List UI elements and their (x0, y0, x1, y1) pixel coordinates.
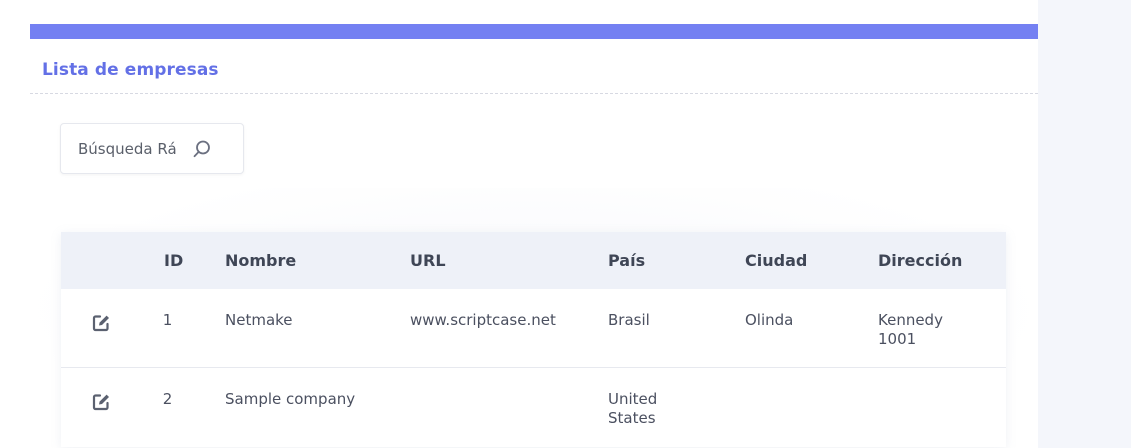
table-row: 2 Sample company United States (61, 367, 1006, 447)
cell-nombre: Netmake (225, 311, 293, 329)
company-list-panel: Lista de empresas Búsqueda Rá ID Nombre … (30, 0, 1038, 448)
column-header-ciudad[interactable]: Ciudad (723, 232, 856, 289)
column-header-actions (61, 232, 140, 289)
edit-cell (61, 289, 140, 367)
company-table: ID Nombre URL País Ciudad Dirección 1 Ne… (61, 232, 1006, 447)
cell-url (388, 367, 586, 447)
cell-direccion (856, 367, 1006, 447)
cell-pais: United States (608, 389, 658, 427)
column-header-id[interactable]: ID (140, 232, 203, 289)
cell-id: 2 (162, 389, 173, 408)
edit-icon[interactable] (91, 313, 111, 333)
cell-direccion: Kennedy 1001 (878, 311, 943, 348)
cell-pais: Brasil (608, 311, 650, 329)
column-header-direccion[interactable]: Dirección (856, 232, 1006, 289)
page-title: Lista de empresas (42, 60, 219, 80)
page-background-strip (1038, 0, 1131, 448)
quick-search-label: Búsqueda Rá (78, 139, 177, 158)
edit-cell (61, 367, 140, 447)
quick-search-button[interactable]: Búsqueda Rá (60, 123, 244, 174)
cell-id: 1 (162, 311, 173, 329)
table-row: 1 Netmake www.scriptcase.net Brasil Olin… (61, 289, 1006, 367)
cell-ciudad (723, 367, 856, 447)
cell-ciudad: Olinda (745, 311, 794, 329)
column-header-url[interactable]: URL (388, 232, 586, 289)
panel-accent-bar (30, 24, 1038, 39)
column-header-nombre[interactable]: Nombre (203, 232, 388, 289)
cell-url: www.scriptcase.net (410, 311, 556, 329)
cell-nombre: Sample company (225, 389, 356, 408)
search-icon (191, 138, 213, 160)
title-divider (30, 93, 1038, 94)
edit-icon[interactable] (91, 392, 111, 412)
column-header-pais[interactable]: País (586, 232, 723, 289)
table-header-row: ID Nombre URL País Ciudad Dirección (61, 232, 1006, 289)
